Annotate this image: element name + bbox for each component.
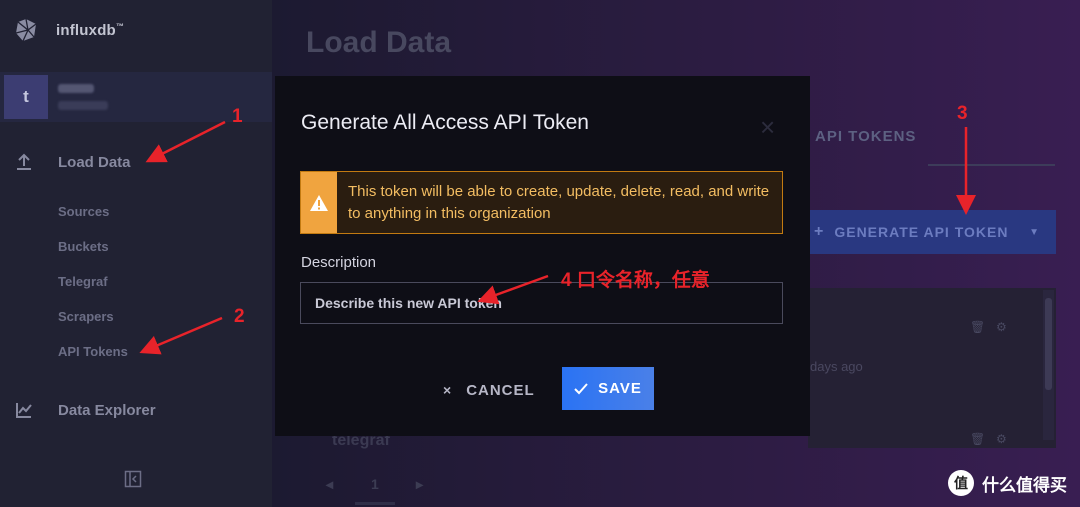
- warning-icon-box: [301, 172, 337, 233]
- save-label: SAVE: [598, 380, 642, 397]
- warning-icon: [310, 194, 328, 211]
- watermark-logo-icon: 值: [948, 470, 974, 496]
- close-icon: ×: [443, 382, 453, 398]
- cancel-button[interactable]: × CANCEL: [443, 370, 535, 410]
- app: influxdb™ t Load Data Sources Buckets Te…: [0, 0, 1080, 507]
- modal-title: Generate All Access API Token: [301, 111, 589, 134]
- annotation-2: 2: [234, 306, 245, 327]
- close-icon[interactable]: ×: [760, 112, 775, 143]
- warning-alert: This token will be able to create, updat…: [300, 171, 783, 234]
- watermark: 值 什么值得买: [948, 470, 1067, 496]
- description-input[interactable]: [300, 282, 783, 324]
- annotation-3: 3: [957, 103, 968, 124]
- watermark-text: 什么值得买: [982, 475, 1067, 495]
- generate-token-modal: Generate All Access API Token × This tok…: [275, 76, 810, 436]
- annotation-4: 4 口令名称，任意: [561, 270, 710, 291]
- save-button[interactable]: SAVE: [562, 367, 654, 410]
- cancel-label: CANCEL: [466, 381, 535, 399]
- warning-text: This token will be able to create, updat…: [348, 183, 770, 222]
- annotation-1: 1: [232, 106, 243, 127]
- checkmark-icon: [574, 382, 588, 394]
- description-label: Description: [301, 254, 377, 271]
